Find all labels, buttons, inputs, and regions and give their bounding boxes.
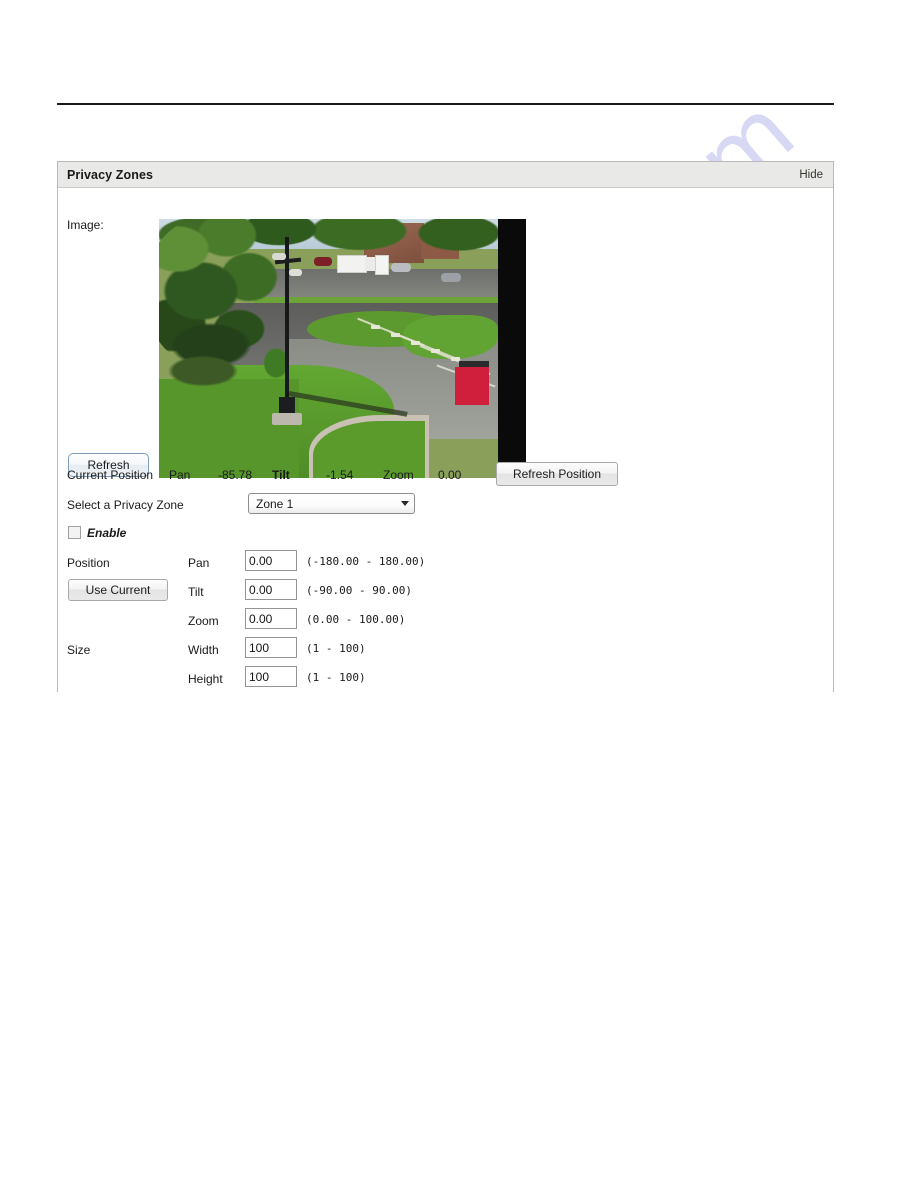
enable-label: Enable — [87, 526, 127, 540]
image-label: Image: — [67, 218, 104, 232]
current-zoom-label: Zoom — [383, 468, 414, 482]
position-tilt-label: Tilt — [188, 585, 204, 599]
page-title: Privacy Zones — [67, 167, 154, 182]
scene-lamp-head-2 — [289, 269, 302, 276]
size-section-label: Size — [67, 643, 91, 657]
position-pan-hint: (-180.00 - 180.00) — [306, 555, 426, 568]
scene-car-red — [314, 257, 332, 266]
current-pan-label: Pan — [169, 468, 191, 482]
scene-lamp-head — [272, 253, 286, 260]
scene-grass-right — [403, 315, 498, 359]
scene-truck-white — [337, 255, 367, 273]
privacy-mask-bar — [498, 219, 526, 478]
select-zone-label: Select a Privacy Zone — [67, 498, 184, 512]
position-pan-label: Pan — [188, 556, 210, 570]
scene-sign — [375, 255, 389, 275]
enable-checkbox[interactable] — [68, 526, 81, 539]
current-position-label: Current Position — [67, 468, 154, 482]
current-tilt-label: Tilt — [272, 468, 290, 482]
position-zoom-label: Zoom — [188, 614, 219, 628]
scene-shrub — [159, 351, 255, 391]
camera-scene — [159, 219, 498, 478]
scene-curbstone — [391, 333, 400, 337]
position-zoom-hint: (0.00 - 100.00) — [306, 613, 406, 626]
scene-lamp-pad — [272, 413, 302, 425]
scene-curbstone — [431, 349, 440, 353]
position-zoom-input[interactable] — [245, 608, 297, 629]
refresh-position-button[interactable]: Refresh Position — [496, 462, 618, 486]
current-pan-value: -85.78 — [218, 468, 253, 482]
size-height-input[interactable] — [245, 666, 297, 687]
position-zoom-row: Zoom (0.00 - 100.00) — [58, 607, 833, 636]
chevron-down-icon — [396, 501, 414, 506]
privacy-zones-panel: Privacy Zones Hide Image: Refresh Curren… — [57, 161, 834, 692]
panel-body: Image: Refresh Current Position Pan -85.… — [58, 188, 833, 694]
size-width-input[interactable] — [245, 637, 297, 658]
use-current-button[interactable]: Use Current — [68, 579, 168, 601]
current-tilt-value: -1.54 — [326, 468, 354, 482]
position-section-label: Position — [67, 556, 110, 570]
position-tilt-input[interactable] — [245, 579, 297, 600]
size-height-hint: (1 - 100) — [306, 671, 366, 684]
page-header-rule — [57, 103, 834, 105]
panel-header: Privacy Zones Hide — [58, 162, 833, 188]
scene-car-foreground-red — [455, 367, 489, 405]
select-zone-row: Select a Privacy Zone Zone 1 — [58, 492, 833, 521]
privacy-zone-selected-value: Zone 1 — [256, 496, 294, 511]
scene-car-silver — [391, 263, 411, 272]
scene-car-gray — [441, 273, 461, 282]
image-section: Image: Refresh — [58, 188, 833, 478]
controls-section: Current Position Pan -85.78 Tilt -1.54 Z… — [58, 460, 833, 694]
hide-link[interactable]: Hide — [799, 169, 823, 181]
size-width-label: Width — [188, 643, 219, 657]
size-height-row: Height (1 - 100) — [58, 665, 833, 694]
position-pan-input[interactable] — [245, 550, 297, 571]
position-pan-row: Position Pan (-180.00 - 180.00) — [58, 549, 833, 578]
camera-preview[interactable] — [159, 219, 526, 478]
privacy-zone-select[interactable]: Zone 1 — [248, 493, 415, 514]
scene-curbstone — [371, 325, 380, 329]
scene-curbstone — [411, 341, 420, 345]
size-height-label: Height — [188, 672, 223, 686]
size-width-row: Size Width (1 - 100) — [58, 636, 833, 665]
size-width-hint: (1 - 100) — [306, 642, 366, 655]
position-tilt-row: Use Current Tilt (-90.00 - 90.00) — [58, 578, 833, 607]
current-position-row: Current Position Pan -85.78 Tilt -1.54 Z… — [58, 460, 833, 492]
position-tilt-hint: (-90.00 - 90.00) — [306, 584, 412, 597]
enable-row: Enable — [58, 521, 833, 549]
current-zoom-value: 0.00 — [438, 468, 462, 482]
